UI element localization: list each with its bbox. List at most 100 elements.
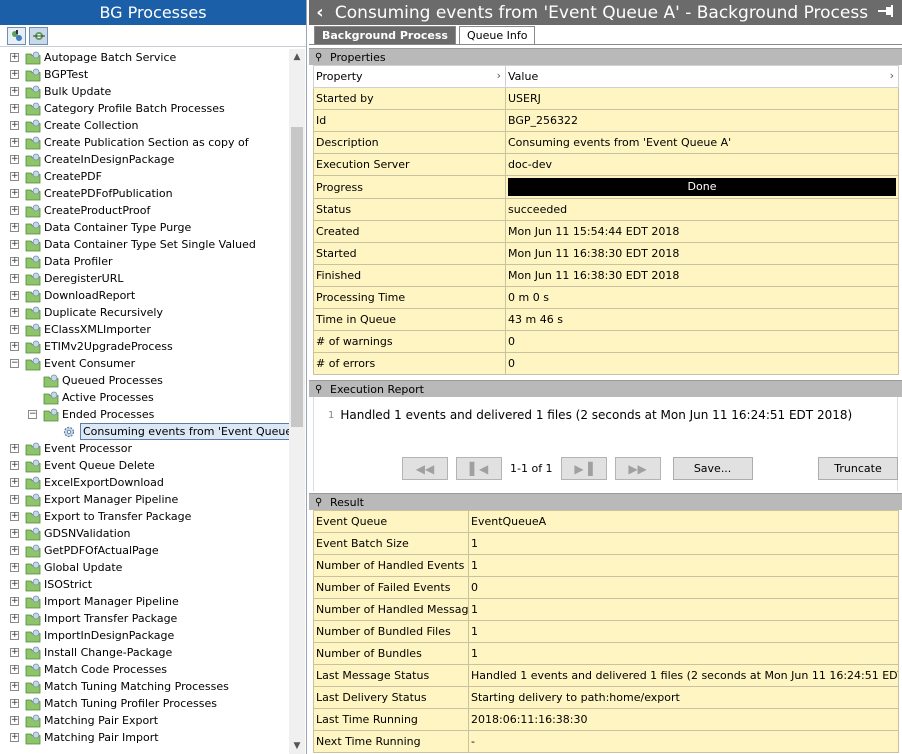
tree-scrollbar[interactable]: ▲ ▼ bbox=[289, 49, 305, 754]
scrollbar-thumb[interactable] bbox=[291, 127, 303, 427]
tree-item[interactable]: + Match Code Processes bbox=[0, 661, 289, 678]
expand-icon[interactable]: + bbox=[10, 444, 19, 453]
expand-icon[interactable]: + bbox=[10, 291, 19, 300]
expand-icon[interactable]: + bbox=[10, 121, 19, 130]
expand-icon[interactable]: + bbox=[10, 172, 19, 181]
expand-icon[interactable]: + bbox=[10, 614, 19, 623]
first-page-button[interactable]: ◀◀ bbox=[402, 457, 448, 480]
tree-item[interactable]: + Matching Pair Export bbox=[0, 712, 289, 729]
expand-icon[interactable]: + bbox=[10, 70, 19, 79]
tree-item[interactable]: + Duplicate Recursively bbox=[0, 304, 289, 321]
tree-item[interactable]: + CreateInDesignPackage bbox=[0, 151, 289, 168]
tree-item[interactable]: + Data Container Type Set Single Valued bbox=[0, 236, 289, 253]
tree-item[interactable]: + Data Container Type Purge bbox=[0, 219, 289, 236]
scroll-down-icon[interactable]: ▼ bbox=[289, 738, 305, 754]
pin-icon[interactable] bbox=[872, 4, 902, 21]
save-button[interactable]: Save... bbox=[672, 457, 753, 480]
tree-item[interactable]: + DownloadReport bbox=[0, 287, 289, 304]
tree-filter-icon[interactable] bbox=[29, 26, 48, 45]
tree-item[interactable]: + Import Transfer Package bbox=[0, 610, 289, 627]
execution-report-section-header[interactable]: ⚲ Execution Report bbox=[309, 380, 902, 397]
tree-item[interactable]: + Install Change-Package bbox=[0, 644, 289, 661]
tree-item[interactable]: + Event Queue Delete bbox=[0, 457, 289, 474]
expand-icon[interactable]: + bbox=[10, 597, 19, 606]
expand-icon[interactable]: + bbox=[10, 104, 19, 113]
tree-tool-icon[interactable] bbox=[7, 26, 26, 45]
expand-icon[interactable]: + bbox=[10, 631, 19, 640]
tree-item[interactable]: + Export Manager Pipeline bbox=[0, 491, 289, 508]
tree-item[interactable]: + ISOStrict bbox=[0, 576, 289, 593]
expand-icon[interactable]: + bbox=[10, 529, 19, 538]
expand-icon[interactable]: + bbox=[10, 665, 19, 674]
column-header-value[interactable]: Value › bbox=[505, 65, 899, 88]
tree-item[interactable]: + Category Profile Batch Processes bbox=[0, 100, 289, 117]
expand-icon[interactable]: + bbox=[10, 308, 19, 317]
expand-icon[interactable]: + bbox=[10, 138, 19, 147]
tree-item[interactable]: + Global Update bbox=[0, 559, 289, 576]
expand-icon[interactable]: + bbox=[10, 257, 19, 266]
expand-icon[interactable]: + bbox=[10, 512, 19, 521]
tab-queue-info[interactable]: Queue Info bbox=[458, 26, 536, 44]
expand-icon[interactable]: + bbox=[10, 733, 19, 742]
tree-item[interactable]: + BGPTest bbox=[0, 66, 289, 83]
tab-background-process[interactable]: Background Process bbox=[314, 26, 456, 44]
truncate-button[interactable]: Truncate bbox=[818, 457, 898, 480]
tree-item[interactable]: − Ended Processes bbox=[0, 406, 289, 423]
tree-item[interactable]: Active Processes bbox=[0, 389, 289, 406]
next-page-button[interactable]: ▶▐ bbox=[560, 457, 607, 480]
tree-item[interactable]: + Create Collection bbox=[0, 117, 289, 134]
tree-item[interactable]: + EClassXMLImporter bbox=[0, 321, 289, 338]
expand-icon[interactable]: + bbox=[10, 682, 19, 691]
expand-icon[interactable]: + bbox=[10, 546, 19, 555]
tree-item[interactable]: + Import Manager Pipeline bbox=[0, 593, 289, 610]
tree-item[interactable]: + Export to Transfer Package bbox=[0, 508, 289, 525]
previous-page-button[interactable]: ▌◀ bbox=[456, 457, 502, 480]
tree-item[interactable]: + DeregisterURL bbox=[0, 270, 289, 287]
column-header-property[interactable]: Property › bbox=[313, 65, 506, 88]
tree-item[interactable]: − Event Consumer bbox=[0, 355, 289, 372]
result-section-header[interactable]: ⚲ Result bbox=[309, 493, 902, 510]
tree-item[interactable]: + Data Profiler bbox=[0, 253, 289, 270]
expand-icon[interactable]: + bbox=[10, 325, 19, 334]
scroll-up-icon[interactable]: ▲ bbox=[289, 49, 305, 65]
tree-item[interactable]: + Event Processor bbox=[0, 440, 289, 457]
expand-icon[interactable]: + bbox=[10, 495, 19, 504]
expand-icon[interactable]: + bbox=[10, 716, 19, 725]
expand-icon[interactable]: + bbox=[10, 342, 19, 351]
tree-item[interactable]: + Create Publication Section as copy of bbox=[0, 134, 289, 151]
expand-icon[interactable]: + bbox=[10, 699, 19, 708]
expand-icon[interactable]: + bbox=[10, 87, 19, 96]
tree-item[interactable]: + GetPDFOfActualPage bbox=[0, 542, 289, 559]
tree-item[interactable]: Queued Processes bbox=[0, 372, 289, 389]
expand-icon[interactable]: + bbox=[10, 189, 19, 198]
expand-icon[interactable]: + bbox=[10, 53, 19, 62]
tree-item[interactable]: + Match Tuning Matching Processes bbox=[0, 678, 289, 695]
last-page-button[interactable]: ▶▶ bbox=[614, 457, 661, 480]
back-arrow-icon[interactable]: ‹ bbox=[309, 2, 331, 23]
tree-item[interactable]: + CreateProductProof bbox=[0, 202, 289, 219]
collapse-icon[interactable]: − bbox=[28, 410, 37, 419]
tree-item[interactable]: + ExcelExportDownload bbox=[0, 474, 289, 491]
tree-item[interactable]: + CreatePDFofPublication bbox=[0, 185, 289, 202]
expand-icon[interactable]: + bbox=[10, 461, 19, 470]
expand-icon[interactable]: + bbox=[10, 206, 19, 215]
tree-item[interactable]: Consuming events from 'Event Queue A' bbox=[0, 423, 289, 440]
properties-section-header[interactable]: ⚲ Properties bbox=[309, 48, 902, 65]
collapse-icon[interactable]: − bbox=[10, 359, 19, 368]
tree-item[interactable]: + Autopage Batch Service bbox=[0, 49, 289, 66]
tree-item[interactable]: + Bulk Update bbox=[0, 83, 289, 100]
expand-icon[interactable]: + bbox=[10, 155, 19, 164]
tree-item[interactable]: + Matching Pair Import bbox=[0, 729, 289, 746]
expand-icon[interactable]: + bbox=[10, 563, 19, 572]
tree-item[interactable]: + GDSNValidation bbox=[0, 525, 289, 542]
tree-item[interactable]: + Match Tuning Profiler Processes bbox=[0, 695, 289, 712]
expand-icon[interactable]: + bbox=[10, 223, 19, 232]
expand-icon[interactable]: + bbox=[10, 240, 19, 249]
tree-item[interactable]: + ImportInDesignPackage bbox=[0, 627, 289, 644]
expand-icon[interactable]: + bbox=[10, 648, 19, 657]
expand-icon[interactable]: + bbox=[10, 274, 19, 283]
tree-item[interactable]: + CreatePDF bbox=[0, 168, 289, 185]
expand-icon[interactable]: + bbox=[10, 580, 19, 589]
expand-icon[interactable]: + bbox=[10, 478, 19, 487]
tree-item[interactable]: + ETIMv2UpgradeProcess bbox=[0, 338, 289, 355]
